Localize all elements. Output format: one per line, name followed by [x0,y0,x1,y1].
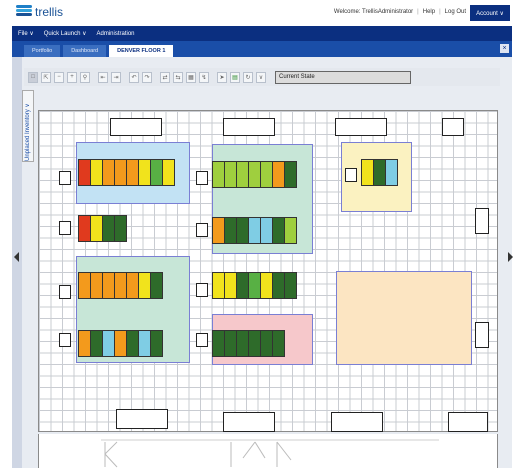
pdu-unit[interactable] [196,223,208,237]
left-edge-arrow-icon[interactable] [14,252,19,262]
current-state-field[interactable]: Current State [275,70,411,84]
close-tab-button[interactable]: × [500,44,509,53]
tab-portfolio[interactable]: Portfolio [24,45,61,57]
mirror-icon[interactable]: ⇆ [173,71,183,83]
help-link[interactable]: Help [423,9,435,15]
pdu-unit[interactable] [59,171,71,185]
menu-administration[interactable]: Administration [96,31,134,37]
door-icon [230,441,292,467]
crac-unit[interactable] [475,208,489,234]
pdu-unit[interactable] [59,333,71,347]
refresh-icon[interactable]: ↻ [243,71,253,83]
logo-icon [16,5,32,19]
separator: | [417,9,419,15]
pdu-unit[interactable] [59,221,71,235]
rack-cabinet[interactable] [284,272,297,299]
tab-denver-floor-1[interactable]: DENVER FLOOR 1 [109,45,174,57]
floor-plan-lower [38,434,498,468]
rack-cabinet[interactable] [385,159,398,186]
unplaced-inventory-label: Unplaced Inventory ∨ [25,103,31,161]
layers-icon[interactable]: ▤ [230,71,240,83]
trellis-logo[interactable]: trellis [16,5,63,19]
rack-cabinet[interactable] [272,330,285,357]
crac-unit[interactable] [335,118,387,136]
menu-bar: File ∨ Quick Launch ∨ Administration [12,26,512,41]
select-tool-icon[interactable]: □ [28,71,38,83]
power-icon[interactable]: ↯ [199,71,209,83]
flip-icon[interactable]: ⇄ [160,71,170,83]
tab-dashboard[interactable]: Dashboard [63,45,107,57]
rack-cabinet[interactable] [284,161,297,188]
pointer-icon[interactable]: ➤ [217,71,227,83]
pdu-unit[interactable] [345,168,357,182]
crac-unit[interactable] [442,118,464,136]
floor-toolbar: □ ⇱ − + ⚲ ⇤ ⇥ ↶ ↷ ⇄ ⇆ ▦ ↯ ➤ ▤ ↻ ∨ Curren… [24,68,500,86]
align-right-icon[interactable]: ⇥ [111,71,121,83]
pdu-unit[interactable] [196,283,208,297]
crac-unit[interactable] [475,322,489,348]
crac-unit[interactable] [448,412,488,432]
rack-cabinet[interactable] [150,330,163,357]
align-left-icon[interactable]: ⇤ [98,71,108,83]
search-icon[interactable]: ⚲ [80,71,90,83]
separator: | [439,9,441,15]
rack-cabinet[interactable] [162,159,175,186]
doors-drawing [101,439,439,468]
crac-unit[interactable] [110,118,162,136]
crac-unit[interactable] [223,118,275,136]
crac-unit[interactable] [223,412,275,432]
left-gutter [12,57,22,468]
rack-cabinet[interactable] [114,215,127,242]
rack-cabinet[interactable] [284,217,297,244]
rack-cabinet[interactable] [150,272,163,299]
floor-plan-canvas[interactable] [38,110,498,432]
app-name: trellis [35,5,64,19]
right-edge-arrow-icon[interactable] [508,252,513,262]
pdu-unit[interactable] [196,333,208,347]
rotate-left-icon[interactable]: ↶ [129,71,139,83]
menu-file[interactable]: File ∨ [18,30,34,37]
crac-unit[interactable] [116,409,168,429]
pdu-unit[interactable] [59,285,71,299]
crac-unit[interactable] [331,412,383,432]
rotate-right-icon[interactable]: ↷ [142,71,152,83]
unplaced-inventory-tab[interactable]: Unplaced Inventory ∨ [22,90,34,162]
grid-icon[interactable]: ▦ [186,71,196,83]
zone-peach[interactable] [336,271,472,365]
zoom-out-icon[interactable]: − [54,71,64,83]
zoom-fit-icon[interactable]: ⇱ [41,71,51,83]
menu-quick-launch[interactable]: Quick Launch ∨ [44,30,87,37]
welcome-text: Welcome: TrellisAdministrator [333,9,414,15]
top-bar: trellis Welcome: TrellisAdministrator | … [12,0,512,26]
collapse-icon[interactable]: ∨ [256,71,266,83]
door-icon [104,441,118,468]
pdu-unit[interactable] [196,171,208,185]
account-button[interactable]: Account ∨ [470,5,510,21]
zoom-in-icon[interactable]: + [67,71,77,83]
logout-link[interactable]: Log Out [445,9,466,15]
tab-bar: Portfolio Dashboard DENVER FLOOR 1 × [12,41,512,57]
